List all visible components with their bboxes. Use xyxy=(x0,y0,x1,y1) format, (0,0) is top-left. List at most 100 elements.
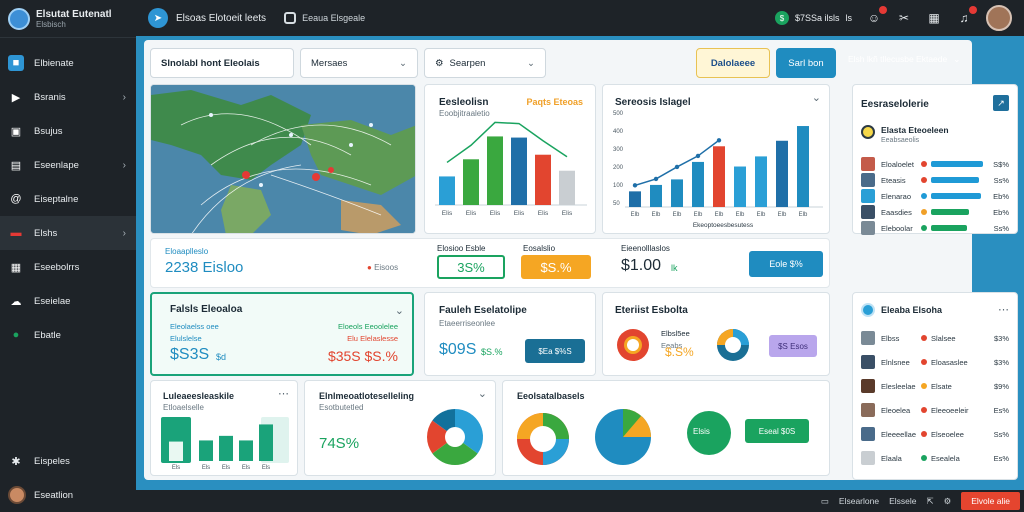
account-card[interactable]: Falsls Eleoaloa ⌄ Eleolaelss oee Eloeols… xyxy=(150,292,414,376)
primary-tag-button[interactable]: Dalolaeee xyxy=(696,48,770,78)
summary-card[interactable]: Eeolsatalbasels Elsis Eseal $0S xyxy=(502,380,830,476)
search-dropdown[interactable]: ⚙ Searpen ⌄ xyxy=(424,48,546,78)
payment-button[interactable]: $Ea $%S xyxy=(525,339,585,363)
sidebar-item-1[interactable]: ■ Elbienate xyxy=(0,46,136,80)
x-tick-label: Elis xyxy=(490,210,501,217)
category-dropdown[interactable]: Mersaes ⌄ xyxy=(300,48,418,78)
action-button[interactable]: Sarl bon xyxy=(776,48,836,78)
bar[interactable] xyxy=(559,170,575,205)
map-card[interactable] xyxy=(150,84,416,234)
account-label: Eleolaelss oee xyxy=(170,322,219,331)
chevron-down-icon[interactable]: ⌄ xyxy=(395,304,404,317)
bar[interactable] xyxy=(755,156,767,207)
bell-icon[interactable]: ♫ xyxy=(956,6,977,26)
filter-chip[interactable]: Slnolabl hont Eleolais xyxy=(150,48,294,78)
line-point xyxy=(695,153,701,159)
breadcrumb[interactable]: Eeaua Elsgeale xyxy=(302,13,365,23)
bar[interactable] xyxy=(692,161,704,207)
main-area: Slnolabl hont Eleolais Mersaes ⌄ ⚙ Searp… xyxy=(136,36,1024,490)
sidebar-item-2[interactable]: ▶ Bsranis › xyxy=(0,80,136,114)
panel-head-title: Elasta Eteoeleen xyxy=(881,125,949,135)
footer-action-button[interactable]: Elvole alie xyxy=(961,492,1020,510)
list-item[interactable]: Elnlsnee Eloasaslee $3% xyxy=(861,353,1009,371)
y-tick-label: 500 xyxy=(613,111,624,117)
bar[interactable] xyxy=(439,176,455,205)
bar[interactable] xyxy=(259,424,273,461)
summary-button[interactable]: Eseal $0S xyxy=(745,419,809,443)
footer-link[interactable]: Elssele xyxy=(889,496,916,506)
status-dot xyxy=(921,407,927,413)
brand[interactable]: Elsutat Eutenatl Elsbisch xyxy=(0,0,136,38)
list-item[interactable]: Elesleelae Elsate $9% xyxy=(861,377,1009,395)
bar[interactable] xyxy=(535,154,551,205)
avatar xyxy=(861,125,875,139)
stat-box-green[interactable]: 3S% xyxy=(437,255,505,279)
bar-chart-card-2[interactable]: Sereosis Islagel ⌄ 500 400 300 200 100 50 Elb E… xyxy=(602,84,830,234)
grid-icon[interactable]: ▦ xyxy=(926,10,942,26)
list-item-value: Ss% xyxy=(993,175,1009,185)
card-subtitle: Etaeerriseonlee xyxy=(439,319,496,328)
sidebar-item-3[interactable]: ▣ Bsujus xyxy=(0,114,136,148)
bar-chart-card-1[interactable]: Eesleolisn Eoobjitraaletio Paqts Eteoas … xyxy=(424,84,596,234)
sidebar-item-8[interactable]: ☁ Eseielae xyxy=(0,284,136,318)
bar[interactable] xyxy=(169,441,183,461)
payment-card[interactable]: Fauleh Eselatolipe Etaeerriseonlee $09S … xyxy=(424,292,596,376)
bar[interactable] xyxy=(734,166,746,207)
monitor-icon: ▣ xyxy=(10,125,22,138)
account-strip[interactable]: Elsh lkñ tllecusbe Ektaede ⌄ xyxy=(844,44,1020,74)
tools-icon[interactable]: ✂ xyxy=(896,10,912,26)
sidebar-item-4[interactable]: ▤ Eseenlape › xyxy=(0,148,136,182)
pie-card[interactable]: Elnlmeoatloteselleling Esotbutetled ⌄ 74… xyxy=(304,380,496,476)
stat-action-button[interactable]: Eole $% xyxy=(749,251,823,277)
balance-widget[interactable]: $ $7SSa ilsls ls xyxy=(774,11,852,25)
sidebar-item-extensions[interactable]: ✱ Eispeles xyxy=(0,444,136,478)
stat-box-orange[interactable]: $S.% xyxy=(521,255,591,279)
chat-icon[interactable] xyxy=(284,12,297,24)
brand-title: Elsutat Eutenatl xyxy=(36,8,112,20)
sidebar-item-label: Eseatlion xyxy=(34,489,74,501)
market-card[interactable]: Eteriist Esbolta Elbsl5ee Eeabs $.S% $S … xyxy=(602,292,830,376)
calendar-icon[interactable]: ▭ xyxy=(821,496,829,507)
bar[interactable] xyxy=(463,159,479,205)
list-item[interactable]: Eleoelea Eleeoeeleir Es% xyxy=(861,401,1009,419)
sidebar-item-6[interactable]: ▬ Elshs › xyxy=(0,216,136,250)
list-item[interactable]: Eleeeellae Elseoelee Ss% xyxy=(861,425,1009,443)
face-icon[interactable]: ☺ xyxy=(866,6,887,26)
bar[interactable] xyxy=(776,140,788,207)
sidebar-item-9[interactable]: ● Ebatle xyxy=(0,318,136,352)
bar[interactable] xyxy=(629,191,641,207)
list-item[interactable]: Eleboolar Ss% xyxy=(861,219,1009,237)
sidebar-item-5[interactable]: @ Eiseptalne xyxy=(0,182,136,216)
play-circle-icon: ▶ xyxy=(11,91,21,104)
bar[interactable] xyxy=(219,435,233,461)
bar[interactable] xyxy=(713,146,725,207)
bar[interactable] xyxy=(239,440,253,461)
bar[interactable] xyxy=(487,136,503,205)
paper-plane-icon[interactable]: ➤ xyxy=(148,8,168,28)
progress-bar xyxy=(931,193,981,199)
settings-icon[interactable]: ⚙ xyxy=(944,496,952,507)
bar[interactable] xyxy=(797,126,809,207)
expand-icon[interactable]: ↗ xyxy=(993,95,1009,111)
bar[interactable] xyxy=(671,179,683,207)
list-item[interactable]: Elbss Slalsee $3% xyxy=(861,329,1009,347)
list-item-label: Eleoelea xyxy=(881,405,911,415)
market-button[interactable]: $S Esos xyxy=(769,335,817,357)
sidebar-item-7[interactable]: ▦ Eseebolrrs xyxy=(0,250,136,284)
y-tick-label: 200 xyxy=(613,165,624,171)
list-item-value: Es% xyxy=(993,453,1009,463)
list-item-label: Elbss xyxy=(881,333,900,343)
bar[interactable] xyxy=(511,137,527,205)
footer-link[interactable]: Elsearlone xyxy=(839,496,879,506)
sidebar-item-label: Eispeles xyxy=(34,455,70,467)
sidebar-item-profile[interactable]: Eseatlion xyxy=(0,478,136,512)
brand-logo xyxy=(8,7,30,30)
bar[interactable] xyxy=(650,184,662,207)
share-icon[interactable]: ⇱ xyxy=(927,496,934,507)
more-icon[interactable]: ⋯ xyxy=(998,303,1009,316)
user-avatar[interactable] xyxy=(986,5,1012,31)
list-item[interactable]: Elaala Esealela Es% xyxy=(861,449,1009,467)
income-card[interactable]: Luleaeesleaskile Etloaelselle ⋯ Els Els El… xyxy=(150,380,298,476)
list-item-detail: Elseoelee xyxy=(931,429,964,439)
bar[interactable] xyxy=(199,440,213,461)
